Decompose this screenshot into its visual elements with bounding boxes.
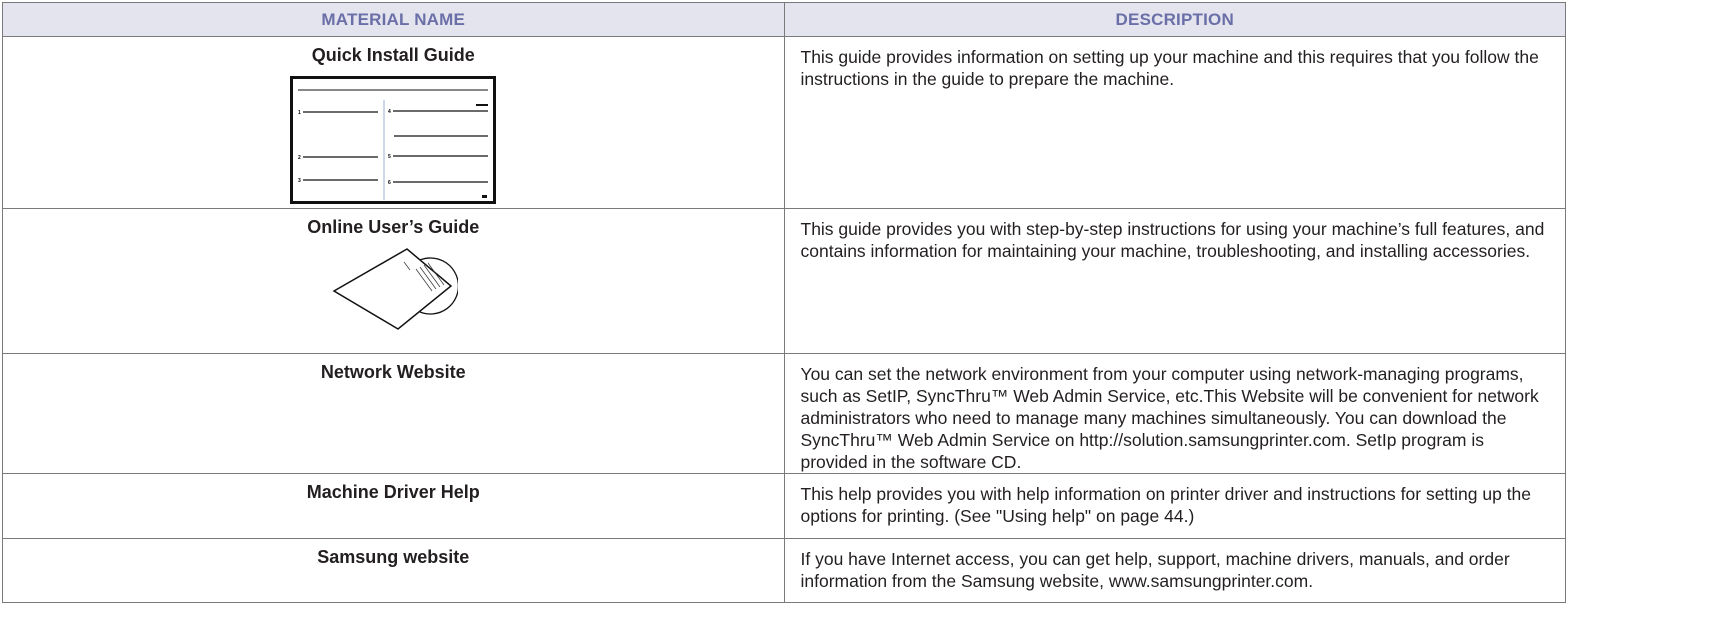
column-header-description: DESCRIPTION [783,2,1566,37]
svg-text:6: 6 [388,180,391,186]
svg-text:1: 1 [298,110,301,116]
materials-table: MATERIAL NAME DESCRIPTION Quick Install … [2,2,1566,603]
svg-text:4: 4 [388,109,391,115]
material-name-cell: Quick Install Guide 1 4 2 5 3 6 [2,36,785,209]
quick-install-guide-illustration: 1 4 2 5 3 6 [290,76,497,204]
description-cell: This help provides you with help informa… [783,473,1566,539]
table-header-row: MATERIAL NAME DESCRIPTION [2,2,1566,37]
material-name: Quick Install Guide [311,45,475,65]
material-name-cell: Samsung website [2,538,785,603]
description-cell: This guide provides you with step-by-ste… [783,208,1566,354]
column-header-material-name: MATERIAL NAME [2,2,785,37]
description-cell: You can set the network environment from… [783,353,1566,474]
description-cell: If you have Internet access, you can get… [783,538,1566,603]
material-name-cell: Network Website [2,353,785,474]
material-name-cell: Machine Driver Help [2,473,785,539]
material-name: Online User’s Guide [307,217,480,237]
table-row: Online User’s Guide This guide provides … [2,208,1566,354]
cd-sleeve-illustration [332,248,459,330]
svg-text:2: 2 [298,155,301,161]
table-row: Machine Driver Help This help provides y… [2,473,1566,539]
description-cell: This guide provides information on setti… [783,36,1566,209]
material-name-cell: Online User’s Guide [2,208,785,354]
table-row: Samsung website If you have Internet acc… [2,538,1566,603]
table-row: Quick Install Guide 1 4 2 5 3 6 This gui… [2,36,1566,209]
svg-text:3: 3 [298,178,301,184]
svg-text:5: 5 [388,154,391,160]
table-row: Network Website You can set the network … [2,353,1566,474]
